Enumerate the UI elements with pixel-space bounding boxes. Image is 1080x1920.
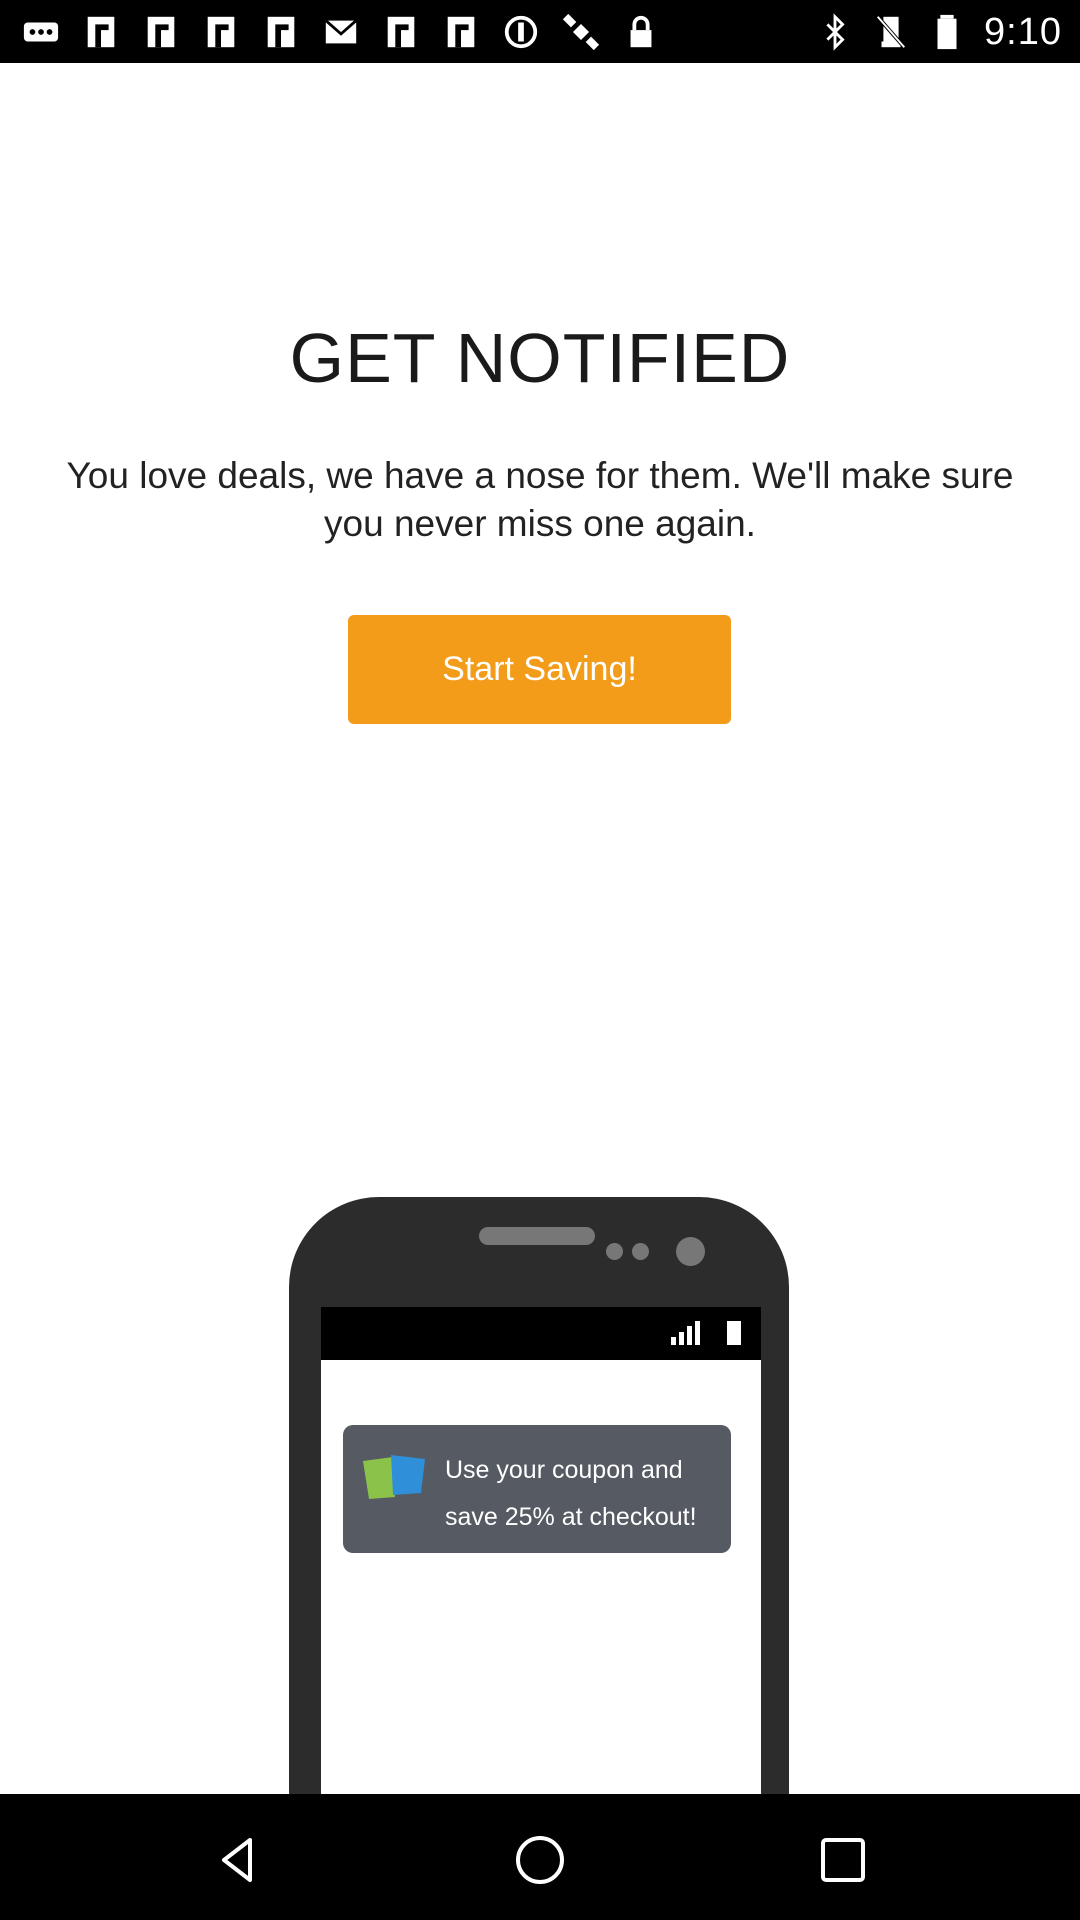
phone-camera: [676, 1237, 705, 1266]
phone-sensor: [606, 1243, 623, 1260]
phone-illustration: Use your coupon and save 25% at checkout…: [289, 1197, 789, 1797]
more-icon: [22, 13, 60, 51]
coupon-cards-icon: [363, 1455, 425, 1499]
status-right-icons: 9:10: [816, 8, 1062, 56]
satellite-icon: [562, 13, 600, 51]
start-saving-button[interactable]: Start Saving!: [348, 615, 731, 724]
phone-screen: Use your coupon and save 25% at checkout…: [321, 1307, 761, 1797]
navigation-bar: [0, 1794, 1080, 1920]
notification-f-icon: [82, 13, 120, 51]
signal-icon: [671, 1321, 700, 1345]
back-icon[interactable]: [210, 1832, 266, 1888]
notification-f-icon: [442, 13, 480, 51]
phone-speaker: [479, 1227, 595, 1245]
page-title: GET NOTIFIED: [289, 319, 791, 397]
phone-status-bar: [321, 1307, 761, 1360]
notification-f-icon: [142, 13, 180, 51]
battery-icon: [928, 13, 966, 51]
mail-icon: [322, 13, 360, 51]
notification-f-icon: [382, 13, 420, 51]
home-icon[interactable]: [512, 1832, 568, 1888]
notification-f-icon: [202, 13, 240, 51]
status-bar: 9:10: [0, 0, 1080, 63]
coupon-notification: Use your coupon and save 25% at checkout…: [343, 1425, 731, 1553]
notification-f-icon: [262, 13, 300, 51]
lock-icon: [622, 13, 660, 51]
circle-icon: [502, 13, 540, 51]
recents-icon[interactable]: [815, 1832, 871, 1888]
battery-icon: [727, 1321, 741, 1345]
phone-sensor: [632, 1243, 649, 1260]
status-time: 9:10: [984, 10, 1062, 53]
page-subtitle: You love deals, we have a nose for them.…: [66, 455, 1014, 544]
bluetooth-icon: [816, 13, 854, 51]
status-left-icons: [22, 10, 660, 54]
mute-icon: [872, 13, 910, 51]
notification-text: Use your coupon and save 25% at checkout…: [445, 1456, 697, 1531]
